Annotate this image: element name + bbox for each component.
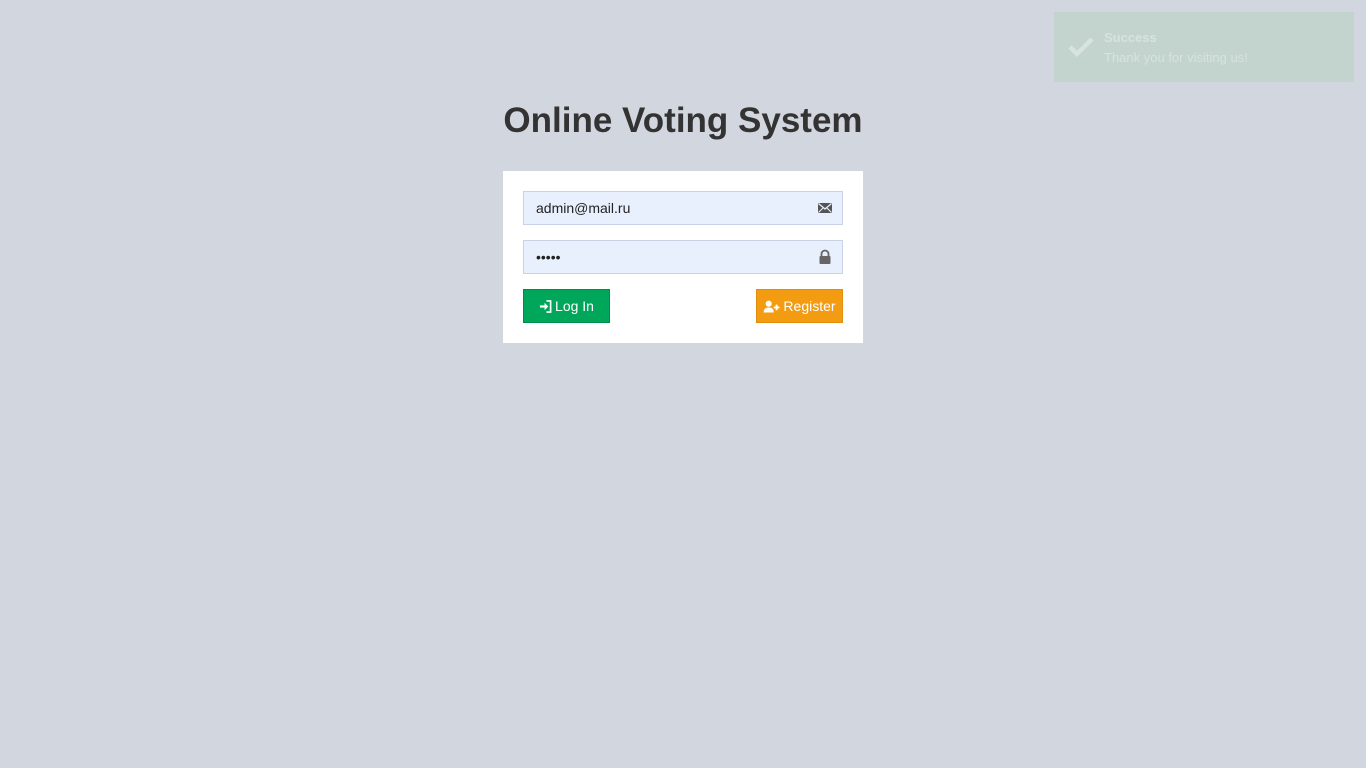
register-button[interactable]: Register	[756, 289, 843, 323]
register-button-label: Register	[783, 298, 836, 314]
toast-title: Success	[1104, 30, 1157, 45]
email-field-group	[523, 191, 843, 225]
page-title: Online Voting System	[503, 101, 863, 140]
lock-icon	[817, 249, 833, 265]
sign-in-icon	[539, 299, 552, 313]
login-page: Online Voting System admin@mail.ru •••••…	[0, 0, 1366, 768]
login-box: Log In Register	[503, 171, 863, 343]
success-toast[interactable]: Success Thank you for visiting us!	[1054, 12, 1354, 82]
toast-message: Thank you for visiting us!	[1104, 50, 1248, 65]
password-field[interactable]	[524, 241, 794, 273]
email-field[interactable]	[524, 192, 794, 224]
user-plus-icon	[763, 300, 780, 313]
check-icon	[1068, 36, 1094, 58]
login-button[interactable]: Log In	[523, 289, 610, 323]
button-row: Log In Register	[523, 289, 843, 323]
envelope-icon	[817, 200, 833, 216]
login-button-label: Log In	[555, 298, 594, 314]
password-field-group	[523, 240, 843, 274]
